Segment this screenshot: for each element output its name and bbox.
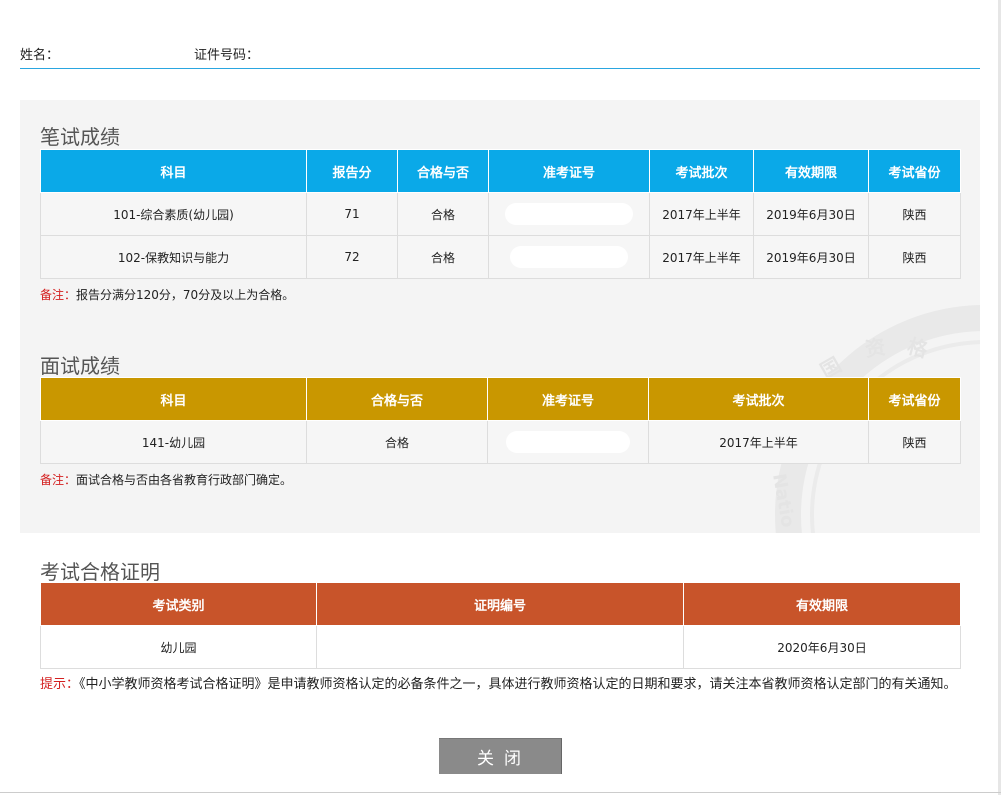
- cell-batch: 2017年上半年: [648, 420, 869, 464]
- col-province: 考试省份: [868, 149, 961, 193]
- cell-score: 72: [306, 235, 398, 279]
- cell-province: 陕西: [868, 420, 961, 464]
- cell-admission-no: [488, 235, 650, 279]
- cell-batch: 2017年上半年: [649, 235, 754, 279]
- page-bottom-border: [0, 792, 1001, 793]
- cell-pass: 合格: [397, 235, 489, 279]
- cell-subject: 141-幼儿园: [40, 420, 307, 464]
- note-text: 面试合格与否由各省教育行政部门确定。: [76, 473, 293, 487]
- col-pass: 合格与否: [306, 377, 488, 421]
- col-cert-no: 证明编号: [316, 582, 684, 626]
- col-category: 考试类别: [40, 582, 317, 626]
- cell-valid: 2019年6月30日: [753, 192, 869, 236]
- cell-batch: 2017年上半年: [649, 192, 754, 236]
- col-admission-no: 准考证号: [487, 377, 649, 421]
- col-admission-no: 准考证号: [488, 149, 650, 193]
- col-batch: 考试批次: [648, 377, 869, 421]
- note-label: 备注：: [40, 473, 77, 487]
- cell-valid: 2020年6月30日: [683, 625, 961, 669]
- cell-score: 71: [306, 192, 398, 236]
- note-text: 报告分满分120分，70分及以上为合格。: [76, 288, 295, 302]
- redacted-mark: [505, 203, 633, 225]
- table-row: 102-保教知识与能力 72 合格 2017年上半年 2019年6月30日 陕西: [40, 235, 961, 279]
- cell-pass: 合格: [306, 420, 488, 464]
- note-label: 备注：: [40, 288, 77, 302]
- cell-pass: 合格: [397, 192, 489, 236]
- written-section-title: 笔试成绩: [40, 125, 120, 149]
- candidate-id-line: 姓名： 证件号码：: [20, 44, 980, 69]
- tip-label: 提示：: [40, 677, 80, 692]
- col-province: 考试省份: [868, 377, 961, 421]
- close-button[interactable]: 关闭: [439, 738, 562, 774]
- col-batch: 考试批次: [649, 149, 754, 193]
- table-header-row: 科目 报告分 合格与否 准考证号 考试批次 有效期限 考试省份: [40, 149, 961, 193]
- table-header-row: 考试类别 证明编号 有效期限: [40, 582, 961, 626]
- written-note: 备注：报告分满分120分，70分及以上为合格。: [40, 286, 294, 303]
- interview-scores-table: 科目 合格与否 准考证号 考试批次 考试省份 141-幼儿园 合格 2017年上…: [40, 377, 961, 464]
- interview-note: 备注：面试合格与否由各省教育行政部门确定。: [40, 471, 292, 488]
- cell-province: 陕西: [868, 235, 961, 279]
- cell-valid: 2019年6月30日: [753, 235, 869, 279]
- col-score: 报告分: [306, 149, 398, 193]
- cell-admission-no: [487, 420, 649, 464]
- col-valid: 有效期限: [683, 582, 961, 626]
- table-row: 101-综合素质(幼儿园) 71 合格 2017年上半年 2019年6月30日 …: [40, 192, 961, 236]
- redacted-mark: [506, 431, 630, 453]
- tip-text: 《中小学教师资格考试合格证明》是申请教师资格认定的必备条件之一，具体进行教师资格…: [79, 677, 957, 692]
- certificate-tip: 提示：《中小学教师资格考试合格证明》是申请教师资格认定的必备条件之一，具体进行教…: [40, 675, 960, 695]
- watermark-char-2: 资: [863, 334, 887, 362]
- cell-subject: 102-保教知识与能力: [40, 235, 307, 279]
- cell-subject: 101-综合素质(幼儿园): [40, 192, 307, 236]
- cell-admission-no: [488, 192, 650, 236]
- col-subject: 科目: [40, 377, 307, 421]
- interview-section-title: 面试成绩: [40, 354, 120, 378]
- certificate-table: 考试类别 证明编号 有效期限 幼儿园 2020年6月30日: [40, 582, 961, 669]
- cell-province: 陕西: [868, 192, 961, 236]
- col-valid: 有效期限: [753, 149, 869, 193]
- table-row: 幼儿园 2020年6月30日: [40, 625, 961, 669]
- name-label: 姓名：: [20, 48, 60, 63]
- table-row: 141-幼儿园 合格 2017年上半年 陕西: [40, 420, 961, 464]
- certificate-section-title: 考试合格证明: [40, 560, 160, 584]
- id-number-label: 证件号码：: [194, 48, 260, 63]
- col-pass: 合格与否: [397, 149, 489, 193]
- redacted-mark: [510, 246, 628, 268]
- cell-cert-no: [316, 625, 684, 669]
- written-scores-table: 科目 报告分 合格与否 准考证号 考试批次 有效期限 考试省份 101-综合素质…: [40, 149, 961, 279]
- table-header-row: 科目 合格与否 准考证号 考试批次 考试省份: [40, 377, 961, 421]
- cell-category: 幼儿园: [40, 625, 317, 669]
- col-subject: 科目: [40, 149, 307, 193]
